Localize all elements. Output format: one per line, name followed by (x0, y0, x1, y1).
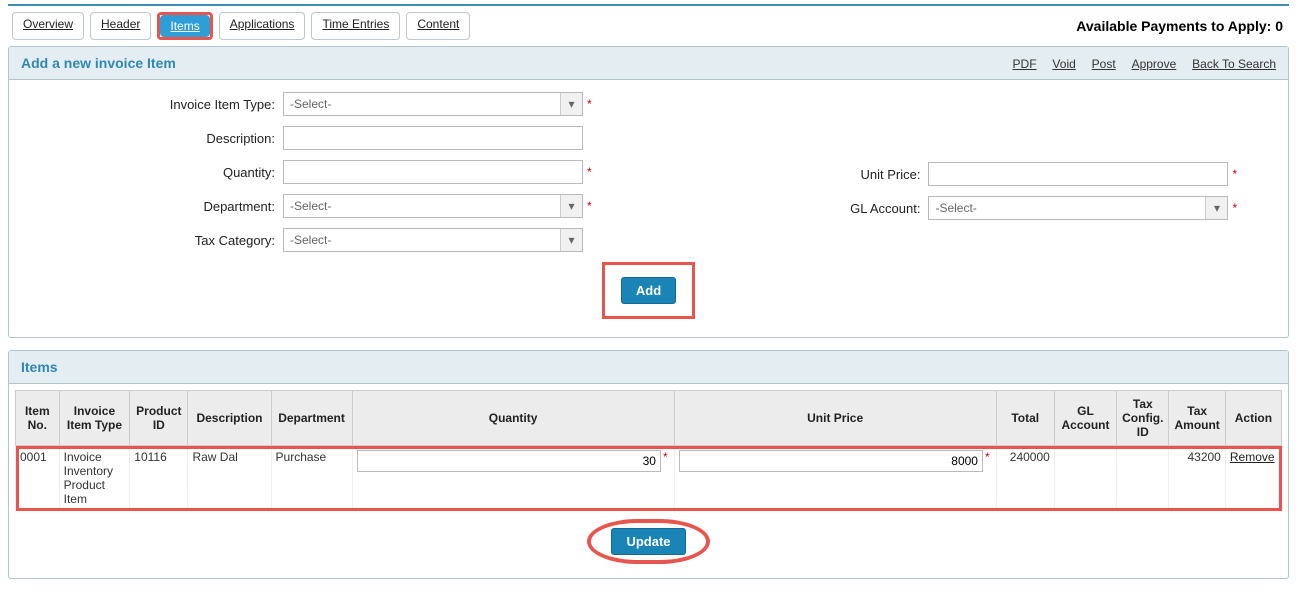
cell-description: Raw Dal (188, 446, 271, 511)
department-value: -Select- (290, 199, 331, 213)
label-department: Department: (23, 199, 283, 214)
label-quantity: Quantity: (23, 165, 283, 180)
col-product-id: Product ID (130, 391, 188, 446)
cell-tax-config-id (1117, 446, 1169, 511)
pdf-link[interactable]: PDF (1013, 57, 1037, 71)
table-row: 0001 Invoice Inventory Product Item 1011… (16, 446, 1282, 511)
update-button[interactable]: Update (611, 528, 685, 555)
top-bar: Overview Header Items Applications Time … (8, 4, 1289, 40)
items-table-body: 0001 Invoice Inventory Product Item 1011… (16, 446, 1282, 511)
items-table: Item No. Invoice Item Type Product ID De… (15, 390, 1282, 511)
add-button-wrap: Add (23, 262, 1274, 319)
update-button-wrap: Update (15, 519, 1282, 564)
tab-strip: Overview Header Items Applications Time … (8, 12, 470, 40)
required-marker: * (661, 450, 670, 464)
label-tax-category: Tax Category: (23, 233, 283, 248)
back-to-search-link[interactable]: Back To Search (1192, 57, 1276, 71)
cell-item-no: 0001 (16, 446, 60, 511)
label-invoice-item-type: Invoice Item Type: (23, 97, 283, 112)
col-item-no: Item No. (16, 391, 60, 446)
row-unit-price-input[interactable] (679, 450, 983, 472)
quantity-input[interactable] (283, 160, 583, 184)
gl-account-value: -Select- (935, 201, 976, 215)
col-description: Description (188, 391, 271, 446)
col-invoice-item-type: Invoice Item Type (59, 391, 130, 446)
tab-overview[interactable]: Overview (12, 12, 84, 40)
items-panel-title: Items (21, 359, 58, 375)
highlight-add-button: Add (602, 262, 695, 319)
items-panel-header: Items (9, 351, 1288, 384)
chevron-down-icon: ▾ (560, 229, 582, 251)
col-department: Department (271, 391, 352, 446)
cell-gl-account (1054, 446, 1116, 511)
invoice-item-type-value: -Select- (290, 97, 331, 111)
cell-action: Remove (1225, 446, 1281, 511)
description-input[interactable] (283, 126, 583, 150)
available-payments-label: Available Payments to Apply: 0 (1076, 18, 1289, 34)
required-marker: * (1232, 167, 1237, 181)
unit-price-input[interactable] (928, 162, 1228, 186)
add-invoice-item-panel: Add a new invoice Item PDF Void Post App… (8, 46, 1289, 338)
chevron-down-icon: ▾ (560, 93, 582, 115)
required-marker: * (587, 165, 592, 179)
cell-tax-amount: 43200 (1169, 446, 1225, 511)
add-panel-header: Add a new invoice Item PDF Void Post App… (9, 47, 1288, 80)
col-unit-price: Unit Price (674, 391, 996, 446)
post-link[interactable]: Post (1092, 57, 1116, 71)
col-action: Action (1225, 391, 1281, 446)
required-marker: * (587, 97, 592, 111)
row-quantity-input[interactable] (357, 450, 661, 472)
remove-link[interactable]: Remove (1230, 450, 1275, 464)
tab-header[interactable]: Header (90, 12, 151, 40)
col-tax-amount: Tax Amount (1169, 391, 1225, 446)
required-marker: * (1232, 201, 1237, 215)
gl-account-select[interactable]: -Select- ▾ (928, 196, 1228, 220)
tab-applications[interactable]: Applications (219, 12, 306, 40)
cell-unit-price: * (674, 446, 996, 511)
cell-product-id: 10116 (130, 446, 188, 511)
items-panel: Items Item No. Invoice Item Type Product… (8, 350, 1289, 579)
label-unit-price: Unit Price: (628, 167, 928, 182)
department-select[interactable]: -Select- ▾ (283, 194, 583, 218)
tab-content[interactable]: Content (406, 12, 470, 40)
col-gl-account: GL Account (1054, 391, 1116, 446)
cell-quantity: * (352, 446, 674, 511)
col-quantity: Quantity (352, 391, 674, 446)
add-panel-body: Invoice Item Type: -Select- ▾ * Descript… (9, 80, 1288, 337)
cell-invoice-item-type: Invoice Inventory Product Item (59, 446, 130, 511)
highlight-update-button: Update (587, 519, 709, 564)
items-panel-body: Item No. Invoice Item Type Product ID De… (9, 384, 1288, 578)
tax-category-select[interactable]: -Select- ▾ (283, 228, 583, 252)
tab-time-entries[interactable]: Time Entries (311, 12, 400, 40)
void-link[interactable]: Void (1052, 57, 1075, 71)
tab-items[interactable]: Items (160, 15, 209, 37)
required-marker: * (587, 199, 592, 213)
label-gl-account: GL Account: (628, 201, 928, 216)
items-table-head: Item No. Invoice Item Type Product ID De… (16, 391, 1282, 446)
add-button[interactable]: Add (621, 277, 676, 304)
invoice-item-type-select[interactable]: -Select- ▾ (283, 92, 583, 116)
label-description: Description: (23, 131, 283, 146)
form-col-left: Invoice Item Type: -Select- ▾ * Descript… (23, 92, 598, 262)
form-col-right: Unit Price: * GL Account: -Select- ▾ * (628, 92, 1237, 262)
chevron-down-icon: ▾ (560, 195, 582, 217)
cell-total: 240000 (996, 446, 1054, 511)
col-tax-config-id: Tax Config. ID (1117, 391, 1169, 446)
col-total: Total (996, 391, 1054, 446)
add-panel-title: Add a new invoice Item (21, 55, 176, 71)
required-marker: * (983, 450, 992, 464)
approve-link[interactable]: Approve (1132, 57, 1177, 71)
tax-category-value: -Select- (290, 233, 331, 247)
panel-actions: PDF Void Post Approve Back To Search (1001, 55, 1276, 71)
form-wrap: Invoice Item Type: -Select- ▾ * Descript… (23, 92, 1274, 262)
chevron-down-icon: ▾ (1205, 197, 1227, 219)
highlight-items-tab: Items (157, 12, 212, 40)
cell-department: Purchase (271, 446, 352, 511)
